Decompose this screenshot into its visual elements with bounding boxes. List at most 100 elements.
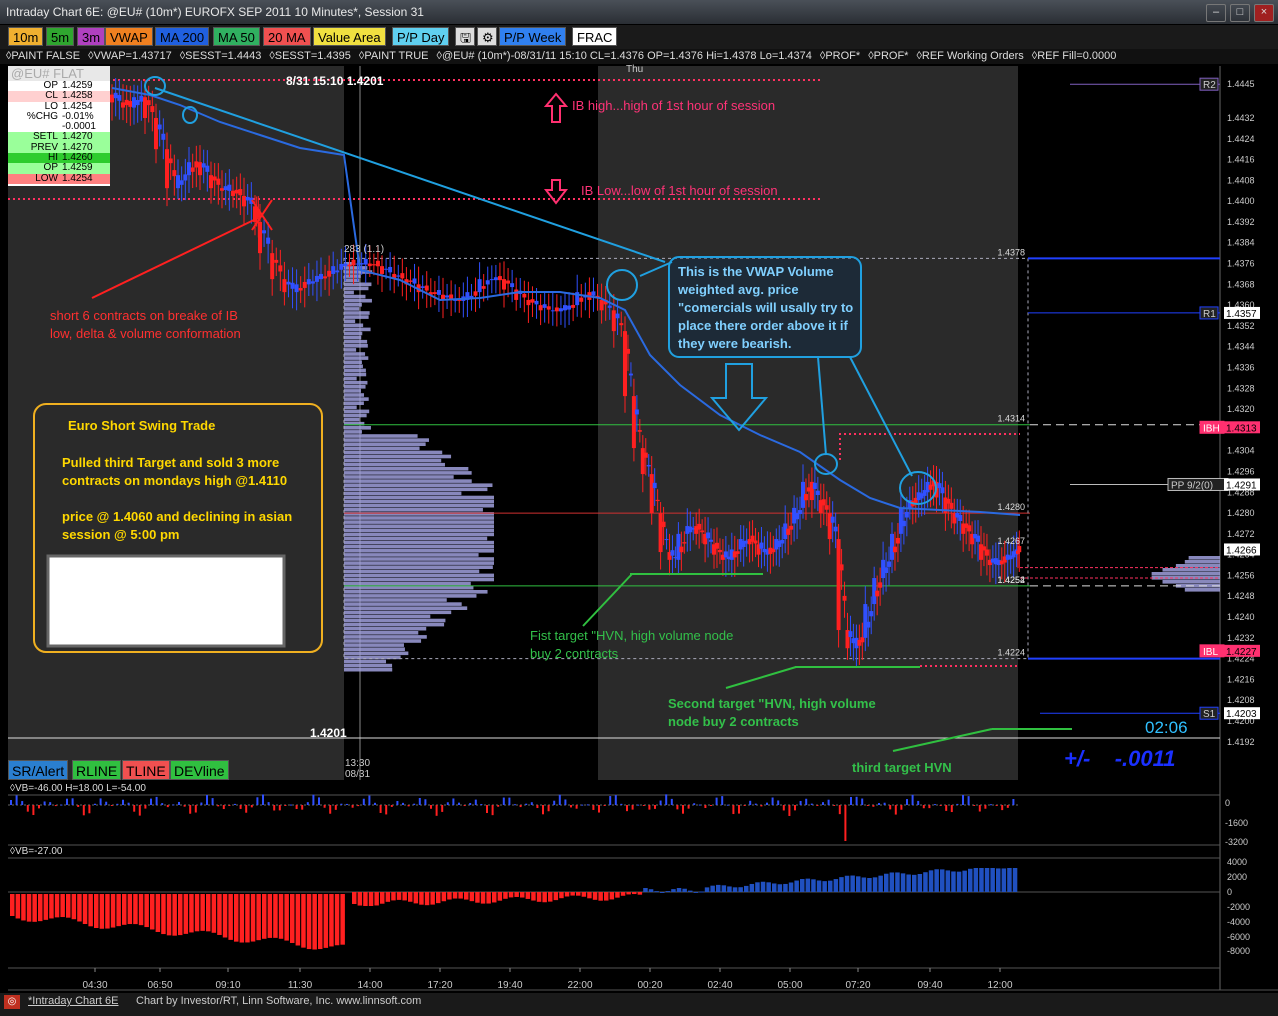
panel1-bar	[491, 805, 494, 816]
chart-canvas[interactable]: 1.4445 1.4432 1.4424 1.4416 1.4408 1.4400 1.43…	[0, 0, 1278, 1016]
candle-body	[143, 97, 147, 118]
cursor-date-label: 08/31	[345, 769, 371, 780]
vwap-note-line: place there order above it if	[678, 318, 848, 333]
panel2-bar	[133, 894, 138, 925]
candle-body	[266, 237, 271, 244]
profile-bar	[344, 311, 370, 315]
profile-bar	[1162, 568, 1220, 572]
panel1-bar	[766, 802, 768, 805]
price-tick-label: 1.4272	[1227, 529, 1255, 539]
quote-box: @EU# FLAT OP 1.4259 CL 1.4258 LO 1.4254 %CHG -0…	[8, 66, 110, 186]
panel1-bar	[38, 805, 40, 809]
candle-body	[384, 268, 389, 270]
panel1-bar	[430, 805, 432, 809]
candle-body	[628, 373, 633, 376]
panel2-bar	[278, 894, 284, 939]
price-tick-label: 1.4240	[1227, 612, 1255, 622]
panel1-bar	[586, 804, 589, 806]
panel2-bar	[738, 887, 743, 892]
candle-body	[623, 331, 627, 397]
level-value-label: 1.4378	[997, 247, 1025, 257]
panel1-bar	[827, 799, 830, 805]
panel2-bar	[211, 894, 217, 933]
profile-bar	[344, 458, 442, 463]
candle-body	[165, 149, 169, 189]
panel2-bar	[419, 892, 424, 905]
candle-body	[967, 525, 972, 532]
profile-bar	[344, 647, 405, 651]
profile-bar	[344, 266, 368, 270]
panel1-bar	[609, 796, 612, 805]
panel2-bar	[430, 892, 435, 905]
profile-bar	[1184, 560, 1220, 564]
candle-body	[168, 158, 173, 164]
panel1-bar	[934, 804, 936, 806]
panel2-bars	[10, 868, 1018, 950]
profile-bar	[344, 303, 362, 307]
candle-body	[146, 100, 151, 106]
panel1-bar	[250, 805, 253, 808]
quote-label: LOW	[35, 172, 58, 184]
panel2-bar	[928, 870, 934, 892]
panel2-bar	[49, 894, 54, 919]
panel2-bar	[643, 888, 648, 892]
panel2-bar	[110, 894, 116, 928]
chart-tab[interactable]: *Intraday Chart 6E	[28, 993, 119, 1009]
panel1-bar	[990, 804, 992, 806]
candle-body	[231, 190, 235, 196]
candle-body	[445, 295, 450, 298]
profile-bar	[344, 475, 454, 479]
panel1-bar	[458, 802, 460, 805]
profile-bar	[344, 356, 369, 360]
panel2-bar	[447, 892, 452, 900]
drawing-tool-tline[interactable]: TLINE	[122, 760, 170, 780]
panel2-bar	[357, 892, 363, 906]
profile-bar	[344, 544, 494, 549]
candle-body	[679, 546, 684, 553]
panel1-bar	[816, 805, 819, 806]
profile-bar	[344, 331, 363, 336]
panel2-tick: 0	[1227, 887, 1232, 897]
panel1-bar	[480, 804, 483, 806]
drawing-tool-rline[interactable]: RLINE	[72, 760, 122, 780]
candle-body	[958, 514, 963, 522]
candle-body	[489, 279, 494, 281]
panel2-bar	[665, 891, 671, 893]
drawing-tool-sr-alert[interactable]: SR/Alert	[8, 760, 69, 780]
panel1-bar	[693, 803, 696, 805]
profile-bar	[344, 614, 431, 619]
candle-body	[884, 567, 889, 573]
swing-trade-line: contracts on mondays high @1.4110	[62, 473, 288, 488]
panel2-bar	[1012, 868, 1018, 892]
panel2-bar	[245, 894, 250, 943]
panel2-bar	[464, 892, 469, 900]
time-tick-label: 11:30	[288, 980, 313, 991]
panel2-bar	[940, 869, 945, 892]
panel2-bar	[144, 894, 149, 928]
panel2-bar	[721, 885, 727, 892]
profile-bar	[344, 467, 469, 471]
panel1-bar	[474, 799, 477, 805]
quote-row: OP 1.4259	[8, 80, 110, 92]
panel2-bar	[968, 868, 973, 892]
panel2-bar	[206, 894, 211, 932]
profile-bar	[344, 495, 494, 500]
candle-body	[179, 180, 184, 185]
swing-trade-line: session @ 5:00 pm	[62, 527, 180, 542]
profile-bar	[344, 442, 426, 446]
price-tick-label: 1.4328	[1227, 383, 1255, 393]
panel2-bar	[508, 892, 514, 898]
panel2-bar	[194, 894, 200, 932]
panel2-bar	[872, 877, 878, 892]
panel1-bar	[150, 798, 152, 805]
price-tick-label: 1.4384	[1227, 238, 1255, 248]
panel2-bar	[222, 894, 228, 938]
panel1-bar	[452, 798, 455, 805]
panel2-bar	[408, 892, 413, 902]
drawing-tool-devline[interactable]: DEVline	[170, 760, 229, 780]
panel2-bar	[811, 879, 816, 892]
panel1-bar	[362, 798, 365, 805]
panel2-bar	[576, 892, 581, 896]
panel2-bar	[592, 892, 598, 900]
profile-bar	[344, 372, 367, 377]
